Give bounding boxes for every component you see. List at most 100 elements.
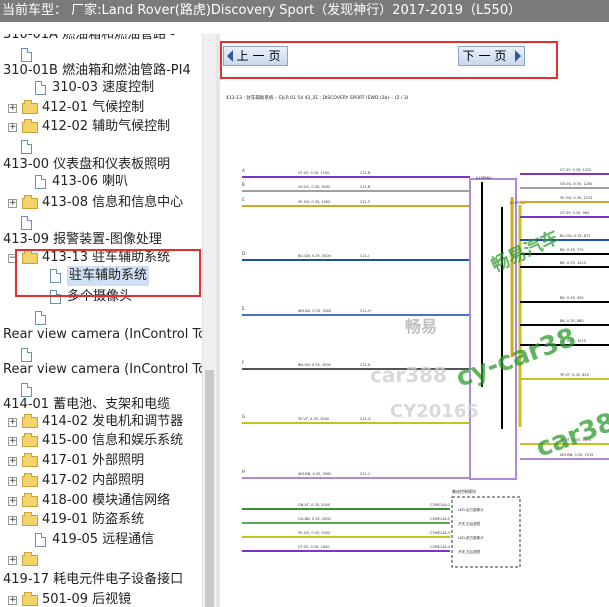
document-icon [35,311,46,325]
watermark: CY20165 [390,401,479,422]
wiring-diagram: 413-13 : 驻车辅助系统 ·· EJLR 01 54 43_2E : DI… [226,94,609,568]
expand-icon[interactable]: + [8,516,17,525]
tree-scrollbar-thumb[interactable] [205,370,214,607]
bus-frame [469,178,517,480]
connector-label: C11-J [360,254,369,258]
folder-icon [22,119,38,133]
tree-scrollbar[interactable] [202,34,216,607]
tree-item-label: 417-01 外部照明 [42,453,145,468]
tree-panel[interactable]: 310-01A 燃油箱和燃油管路 -310-01B 燃油箱和燃油管路-PI4 31… [0,34,202,607]
tree-item-label: 412-02 辅助气候控制 [42,119,171,134]
wire-label: VT-GY, 0.35, 1100 [298,171,329,175]
next-page-button[interactable]: 下一页 [458,46,525,66]
tree-item-label: 413-09 报警装置-图像处理 [3,232,162,247]
right-arrow-icon [515,50,521,62]
pin-label: H [242,469,245,474]
left-arrow-icon [227,50,233,62]
diagram-viewer: 上一页 下一页 413-13 : 驻车辅助系统 ·· EJLR 01 54 43… [220,34,609,607]
expand-icon[interactable]: + [8,596,17,605]
document-icon [35,533,46,547]
wire-label: WH-BN, 0.35, 3000 [298,472,331,476]
folder-icon [22,552,38,566]
right-wire-label: VT-GY, 0.35, 1220 [560,168,591,172]
current-model-title: 当前车型： 厂家:Land Rover(路虎)Discovery Sport（发… [2,3,522,18]
tree-item-label: 310-01A 燃油箱和燃油管路 - [3,34,175,42]
right-wire-label: GY-OG, 0.35, 1200 [560,182,592,186]
tree-item-label: 413-06 喇叭 [52,174,129,189]
module-pin-label: C2ME14A-1 [430,503,450,507]
right-wire-label: YE-OG, 0.35, 1220 [560,196,592,200]
expand-icon[interactable]: + [8,123,17,132]
document-icon [35,81,46,95]
expand-icon[interactable]: + [8,104,17,113]
module-pin-label: C2ME14A-4 [430,545,451,549]
pin-label: D [242,251,245,256]
wire-label: WH-BU, 0.35, 3000 [298,309,331,313]
document-icon [21,216,32,230]
wire-label: BN-GN, 0.35, 3000 [298,363,331,367]
tree-item-label: 415-00 信息和娱乐系统 [42,433,184,448]
right-wire-label: BU-GN, 0.35, 875 [560,234,591,238]
pin-label: E [242,306,245,311]
right-wire-label: BK, 0.35, 770 [560,248,584,252]
module-unit-label: LED-前方摄像头 [458,535,484,540]
folder-icon [22,195,38,209]
right-wire-label: BK, 0.35, 880 [560,319,584,323]
connector-label: C11-C [360,472,371,476]
wire-label: BU-GN, 0.35, 3000 [298,254,331,258]
tree-item-label: Rear view camera (InControl Tou [3,327,202,342]
tree-item-label: 419-05 远程通信 [52,532,155,547]
folder-icon [22,592,38,606]
connector-label: C11-F [360,200,370,204]
expand-icon[interactable]: + [8,418,17,427]
module-unit-label: LED-后方摄像头 [458,507,484,512]
pin-label: F [242,360,245,365]
folder-icon [22,433,38,447]
tree-item-label: 310-03 速度控制 [52,80,155,95]
tree-item-label: 501-09 后视镜 [42,592,132,607]
tree-item-label: 419-01 防盗系统 [42,512,145,527]
expand-icon[interactable]: + [8,556,17,565]
prev-page-button[interactable]: 上一页 [223,46,288,66]
folder-icon [22,512,38,526]
pin-label: B [242,182,245,187]
document-icon [21,48,32,62]
right-wire-label: YE-VT, 0.35, 820 [560,373,589,377]
watermark: 畅易汽车 [488,226,563,276]
wire-label: GN-VT, 0.35, 2000 [298,503,330,507]
expand-icon[interactable]: + [8,477,17,486]
tree-item-label: 413-08 信息和信息中心 [42,195,184,210]
expand-icon[interactable]: + [8,199,17,208]
expand-icon[interactable]: + [8,497,17,506]
expand-icon[interactable]: + [8,437,17,446]
folder-icon [22,493,38,507]
module-unit-label: 开关-左后视镜 [458,549,481,554]
pin-label: G [242,414,245,419]
connector-label: C11-B [360,171,371,175]
splice-label: S19P96A [476,176,492,180]
wire-label: YE-OG, 0.35, 2000 [298,531,330,535]
folder-icon [22,414,38,428]
tree-highlight-box [15,249,201,297]
tree-item-label: 414-02 发电机和调节器 [42,414,184,429]
tree-item-label: 418-00 模块通信网络 [42,493,171,508]
tree-item-label: 417-02 内部照明 [42,473,145,488]
folder-icon [22,453,38,467]
connector-label: C11-B [360,185,371,189]
module-title: 集成控制模块 [452,488,476,494]
watermark: car388 [370,363,447,387]
right-wire-label: BK, 0.35, 430 [560,296,584,300]
wire-label: VT-GY, 0.35, 2000 [298,545,329,549]
pin-label: A [242,168,245,173]
expand-icon[interactable]: + [8,457,17,466]
wire-label: OG-BN, 0.35, 2000 [298,517,331,521]
right-wire-label: VT-GY, 0.35, 965 [560,211,589,215]
wire-label: YE-VT, 0.35, 3000 [298,417,329,421]
tree-item-label: 412-01 气候控制 [42,100,145,115]
diagram-header: 413-13 : 驻车辅助系统 ·· EJLR 01 54 43_2E : DI… [226,94,409,101]
wire-label: GY-OG, 0.35, 3000 [298,185,330,189]
connector-label: C11-G [360,417,371,421]
right-wire-label: BK, 0.35, 1015 [560,261,586,265]
module-pin-label: C2ME14A-3 [430,531,450,535]
connector-label: C11-H [360,309,371,313]
